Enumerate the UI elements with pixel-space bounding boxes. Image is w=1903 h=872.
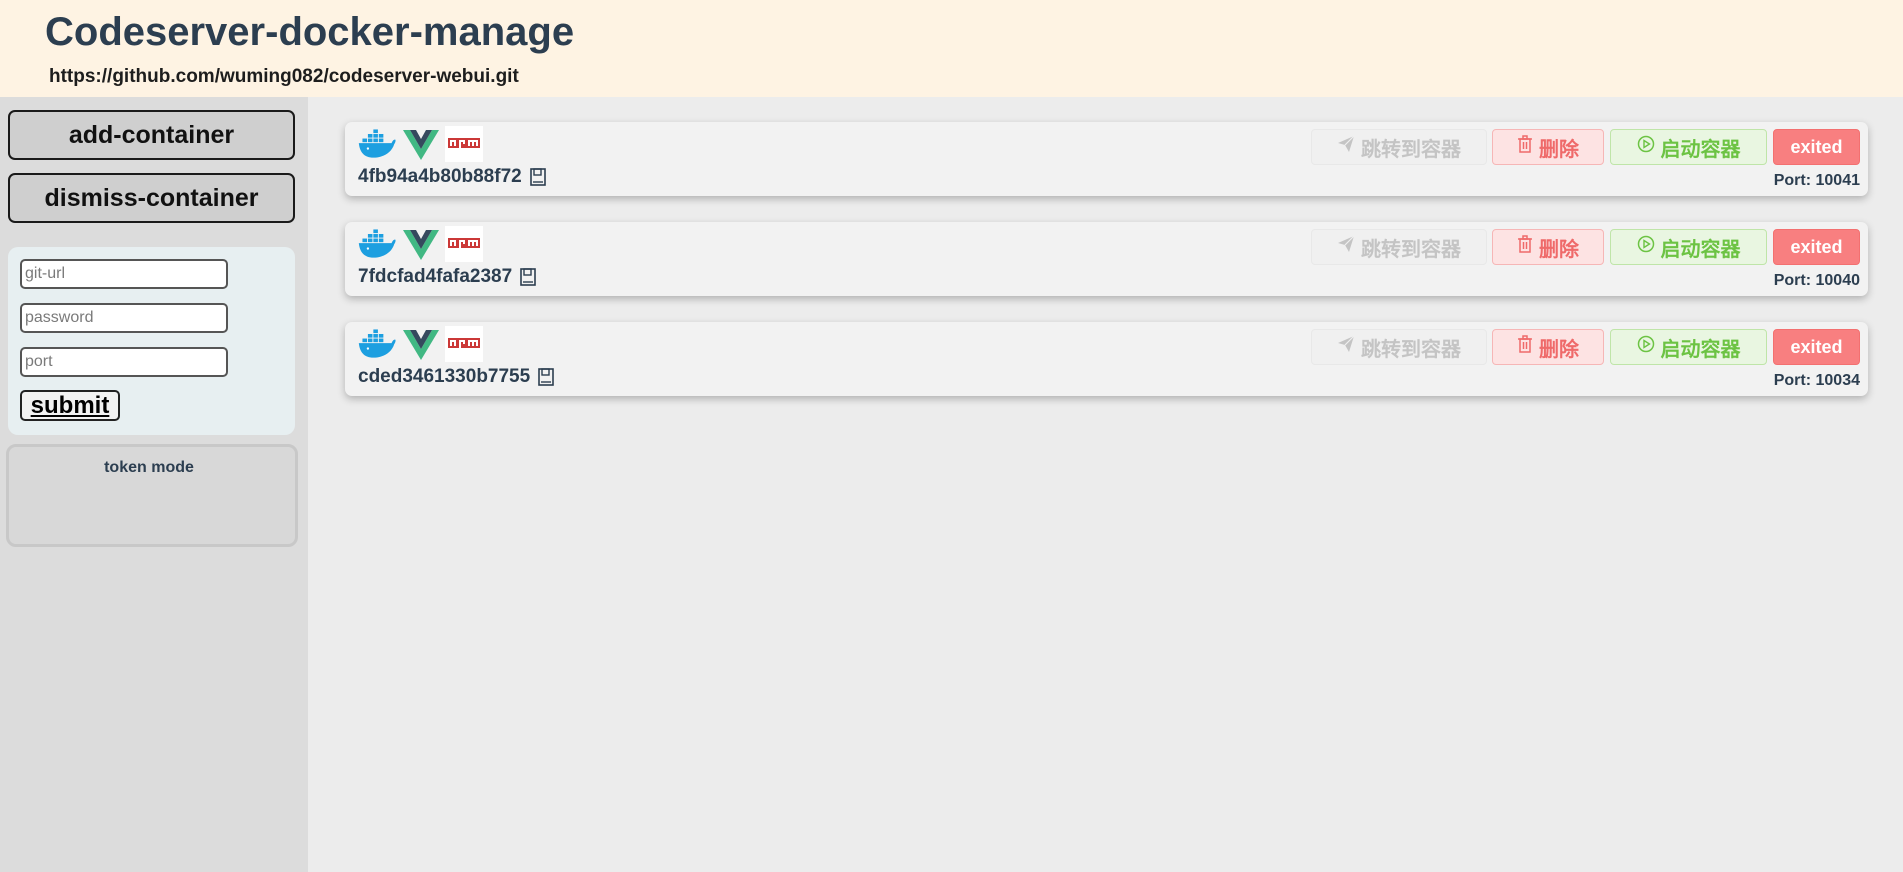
- port-label: Port: 10040: [1773, 272, 1860, 289]
- status-label: exited: [1790, 136, 1843, 157]
- status-label: exited: [1790, 336, 1843, 357]
- status-badge[interactable]: exited: [1773, 329, 1860, 365]
- docker-icon: [357, 326, 397, 362]
- delete-label: 删除: [1539, 238, 1579, 261]
- docker-icon: [357, 126, 397, 162]
- jump-to-container-button[interactable]: 跳转到容器: [1311, 229, 1487, 265]
- delete-button[interactable]: 删除: [1492, 229, 1604, 265]
- start-label: 启动容器: [1660, 338, 1741, 361]
- status-badge[interactable]: exited: [1773, 229, 1860, 265]
- delete-label: 删除: [1539, 338, 1579, 361]
- save-icon[interactable]: [529, 168, 546, 186]
- npm-icon: [445, 226, 483, 262]
- trash-icon: [1517, 235, 1533, 259]
- delete-button[interactable]: 删除: [1492, 329, 1604, 365]
- jump-to-container-button[interactable]: 跳转到容器: [1311, 329, 1487, 365]
- vue-icon: [401, 326, 441, 362]
- start-label: 启动容器: [1660, 238, 1741, 261]
- submit-button[interactable]: submit: [20, 390, 120, 421]
- container-id: cded3461330b7755: [358, 366, 531, 387]
- container-card: 4fb94a4b80b88f72 跳转到容器 删除 启动容器 exited Po…: [345, 122, 1868, 196]
- token-mode-panel[interactable]: token mode: [6, 444, 298, 547]
- delete-label: 删除: [1539, 138, 1579, 161]
- send-icon: [1337, 335, 1355, 359]
- npm-icon: [445, 126, 483, 162]
- container-id: 7fdcfad4fafa2387: [358, 266, 513, 287]
- play-circle-icon: [1637, 135, 1655, 159]
- container-id: 4fb94a4b80b88f72: [358, 166, 522, 187]
- send-icon: [1337, 135, 1355, 159]
- status-badge[interactable]: exited: [1773, 129, 1860, 165]
- start-container-button[interactable]: 启动容器: [1610, 129, 1767, 165]
- start-label: 启动容器: [1660, 138, 1741, 161]
- vue-icon: [401, 226, 441, 262]
- start-container-button[interactable]: 启动容器: [1610, 329, 1767, 365]
- jump-label: 跳转到容器: [1361, 138, 1461, 161]
- port-label: Port: 10041: [1773, 172, 1860, 189]
- page-title: Codeserver-docker-manage: [45, 10, 575, 54]
- port-input[interactable]: [20, 347, 228, 377]
- tech-icons: [357, 326, 483, 362]
- container-card: 7fdcfad4fafa2387 跳转到容器 删除 启动容器 exited Po…: [345, 222, 1868, 296]
- tech-icons: [357, 226, 483, 262]
- play-circle-icon: [1637, 235, 1655, 259]
- save-icon[interactable]: [520, 268, 537, 286]
- password-input[interactable]: [20, 303, 228, 333]
- token-mode-label: token mode: [104, 459, 194, 476]
- port-label: Port: 10034: [1773, 372, 1860, 389]
- jump-to-container-button[interactable]: 跳转到容器: [1311, 129, 1487, 165]
- play-circle-icon: [1637, 335, 1655, 359]
- send-icon: [1337, 235, 1355, 259]
- container-id-row: cded3461330b7755: [358, 366, 554, 388]
- start-container-button[interactable]: 启动容器: [1610, 229, 1767, 265]
- container-card: cded3461330b7755 跳转到容器 删除 启动容器 exited Po…: [345, 322, 1868, 396]
- status-label: exited: [1790, 236, 1843, 257]
- docker-icon: [357, 226, 397, 262]
- container-id-row: 4fb94a4b80b88f72: [358, 166, 546, 188]
- jump-label: 跳转到容器: [1361, 238, 1461, 261]
- trash-icon: [1517, 335, 1533, 359]
- repo-url: https://github.com/wuming082/codeserver-…: [49, 66, 519, 87]
- sidebar: add-container dismiss-container submit t…: [0, 97, 308, 872]
- add-container-button[interactable]: add-container: [8, 110, 295, 160]
- page-header: Codeserver-docker-manage https://github.…: [0, 0, 1903, 97]
- add-container-form: submit: [8, 247, 295, 435]
- trash-icon: [1517, 135, 1533, 159]
- npm-icon: [445, 326, 483, 362]
- delete-button[interactable]: 删除: [1492, 129, 1604, 165]
- tech-icons: [357, 126, 483, 162]
- git-url-input[interactable]: [20, 259, 228, 289]
- dismiss-container-button[interactable]: dismiss-container: [8, 173, 295, 223]
- vue-icon: [401, 126, 441, 162]
- save-icon[interactable]: [538, 368, 554, 386]
- container-id-row: 7fdcfad4fafa2387: [358, 266, 537, 288]
- jump-label: 跳转到容器: [1361, 338, 1461, 361]
